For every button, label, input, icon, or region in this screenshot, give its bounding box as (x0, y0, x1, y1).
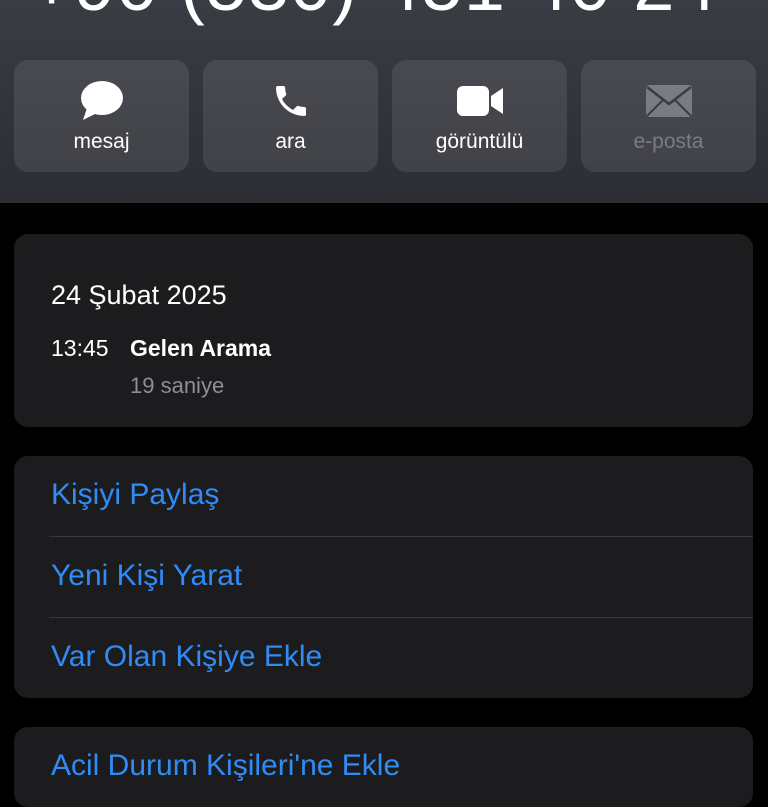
contact-header: +90 (530) 451 40 24 mesaj ara (0, 0, 768, 203)
call-type: Gelen Arama (130, 335, 272, 361)
call-duration: 19 saniye (130, 373, 225, 398)
create-new-contact-label: Yeni Kişi Yarat (51, 559, 243, 592)
video-camera-icon (392, 80, 567, 122)
contact-actions-menu: Kişiyi Paylaş Yeni Kişi Yarat Var Olan K… (14, 456, 753, 698)
message-button[interactable]: mesaj (14, 60, 189, 172)
create-new-contact-item[interactable]: Yeni Kişi Yarat (14, 537, 753, 617)
call-button[interactable]: ara (203, 60, 378, 172)
call-history-card: 24 Şubat 2025 13:45 Gelen Arama 19 saniy… (14, 234, 753, 427)
action-buttons: mesaj ara görüntülü e-posta (14, 60, 756, 172)
envelope-icon (581, 80, 756, 122)
phone-number: +90 (530) 451 40 24 (30, 0, 718, 22)
call-time: 13:45 (51, 335, 109, 361)
video-call-button[interactable]: görüntülü (392, 60, 567, 172)
email-button-label: e-posta (633, 130, 704, 153)
call-button-label: ara (275, 130, 306, 153)
share-contact-item[interactable]: Kişiyi Paylaş (14, 456, 753, 536)
email-button[interactable]: e-posta (581, 60, 756, 172)
phone-icon (203, 80, 378, 122)
add-to-existing-contact-label: Var Olan Kişiye Ekle (51, 640, 323, 673)
call-date: 24 Şubat 2025 (51, 280, 227, 310)
share-contact-label: Kişiyi Paylaş (51, 478, 220, 511)
add-emergency-contact-label: Acil Durum Kişileri'ne Ekle (51, 749, 401, 782)
message-button-label: mesaj (73, 130, 130, 153)
add-to-existing-contact-item[interactable]: Var Olan Kişiye Ekle (14, 618, 753, 698)
emergency-contacts-card[interactable]: Acil Durum Kişileri'ne Ekle (14, 727, 753, 807)
video-call-button-label: görüntülü (435, 130, 524, 153)
message-bubble-icon (14, 80, 189, 122)
